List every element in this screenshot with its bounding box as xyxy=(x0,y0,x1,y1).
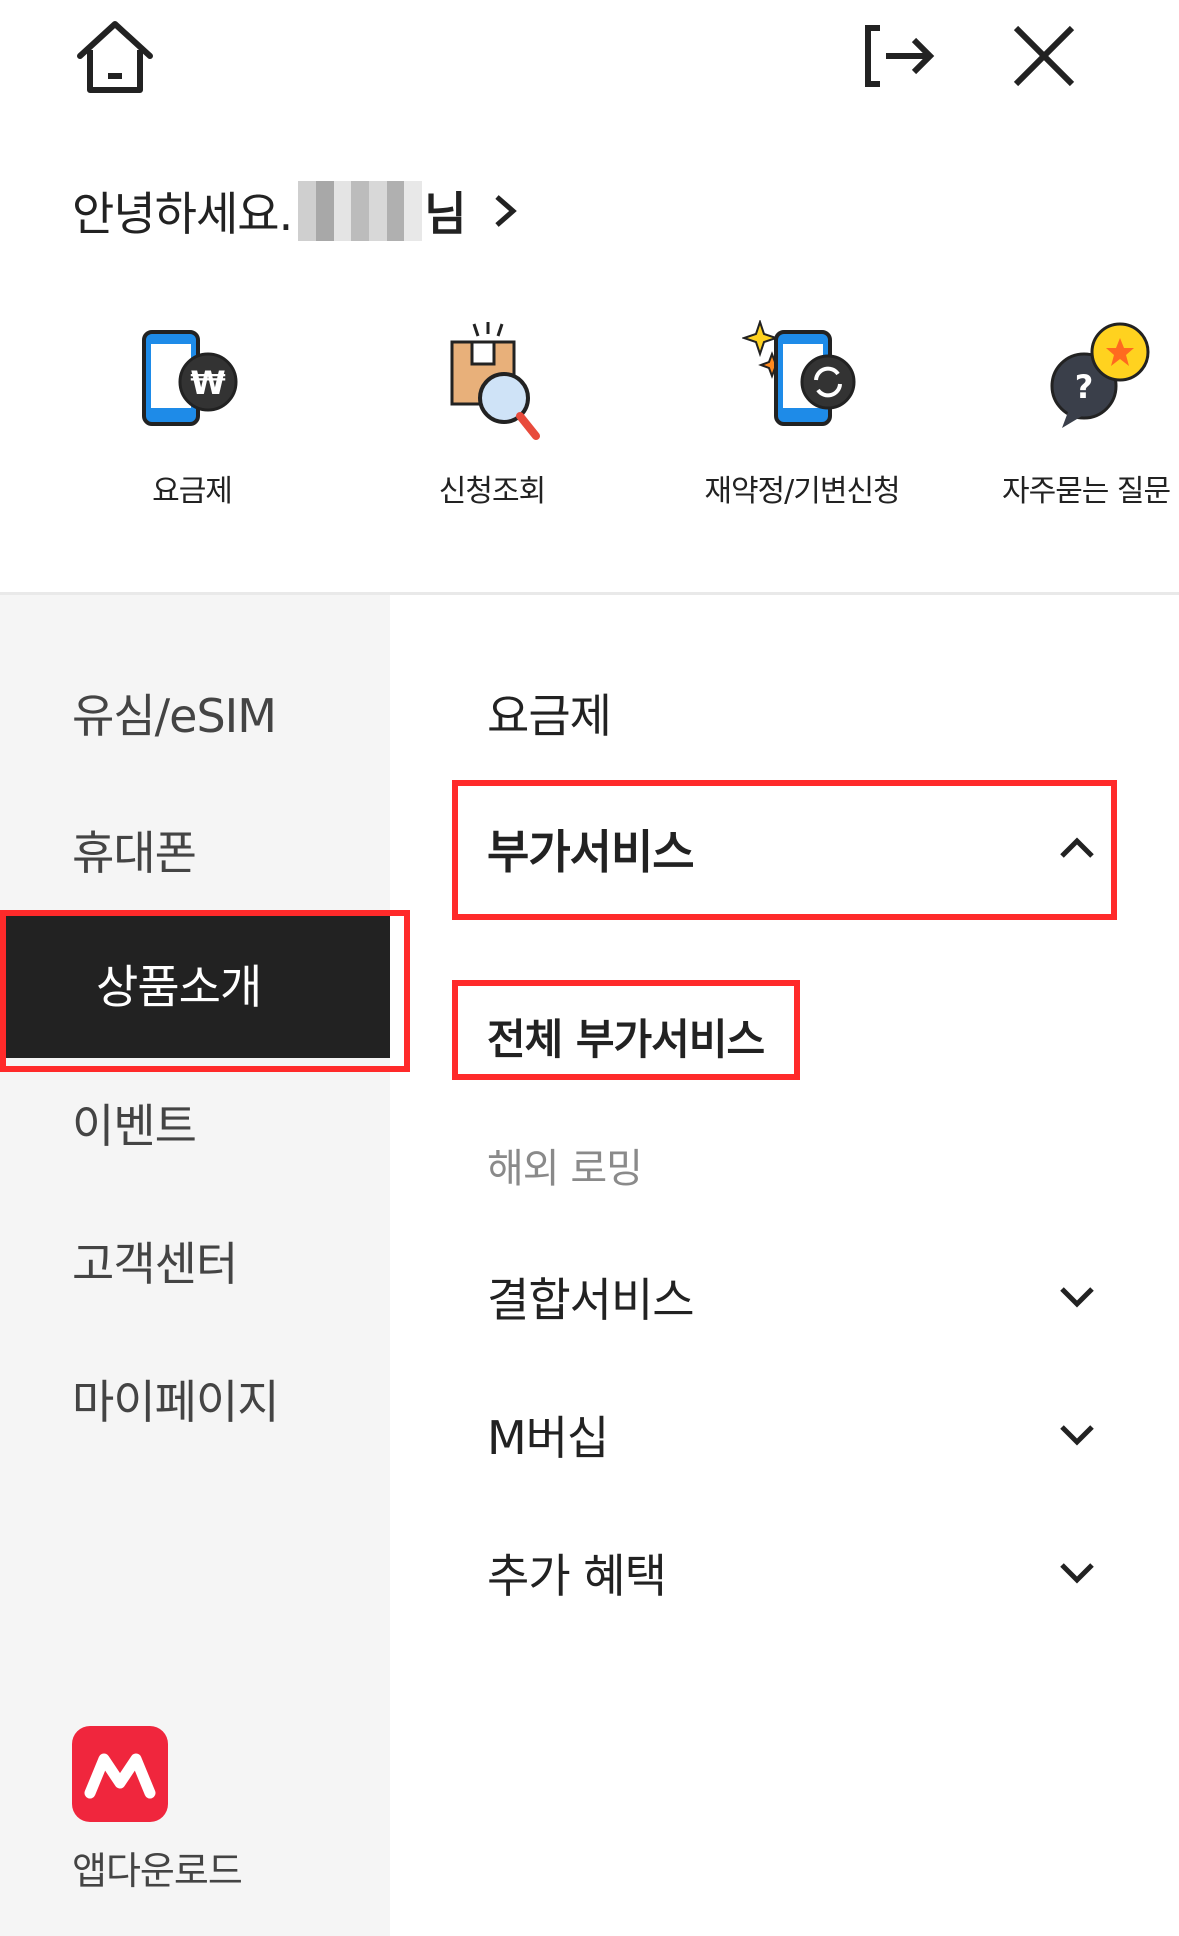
phone-refresh-icon xyxy=(742,320,856,426)
shortcut-bar: ₩ 요금제 신청조회 재약정/기변신청 ? 자주묻는 질문 xyxy=(0,320,1179,520)
phone-won-icon: ₩ xyxy=(142,330,238,426)
chevron-down-icon[interactable] xyxy=(1058,1423,1096,1447)
left-menu-event[interactable]: 이벤트 xyxy=(72,1090,197,1156)
home-icon[interactable] xyxy=(72,18,158,98)
svg-text:?: ? xyxy=(1075,368,1094,406)
left-menu-usim[interactable]: 유심/eSIM xyxy=(72,680,277,746)
question-star-bubble-icon: ? xyxy=(1050,322,1150,428)
left-menu-products-label: 상품소개 xyxy=(96,960,262,1014)
chevron-up-icon[interactable] xyxy=(1058,836,1096,860)
menu-membership[interactable]: M버십 xyxy=(487,1402,609,1468)
left-menu-phone[interactable]: 휴대폰 xyxy=(72,817,197,883)
shortcut-label: 신청조회 xyxy=(438,474,546,509)
left-menu-customer-center[interactable]: 고객센터 xyxy=(72,1228,238,1294)
app-logo-icon xyxy=(72,1726,168,1822)
greeting-text: 안녕하세요. xyxy=(72,187,293,241)
svg-text:₩: ₩ xyxy=(190,364,225,402)
app-download-link[interactable]: 앱다운로드 xyxy=(72,1726,243,1895)
logout-icon[interactable] xyxy=(862,22,938,90)
submenu-all-addon[interactable]: 전체 부가서비스 xyxy=(487,1006,765,1067)
shortcut-label: 자주묻는 질문 xyxy=(1002,474,1171,509)
menu-bundle-service[interactable]: 결합서비스 xyxy=(487,1264,695,1330)
chevron-down-icon[interactable] xyxy=(1058,1561,1096,1585)
shortcut-application-status[interactable]: 신청조회 xyxy=(342,320,642,520)
left-menu-products[interactable]: 상품소개 xyxy=(0,910,390,1058)
chevron-right-icon xyxy=(494,195,517,227)
shortcut-plan[interactable]: ₩ 요금제 xyxy=(42,320,342,520)
shortcut-renewal[interactable]: 재약정/기변신청 xyxy=(652,320,952,520)
menu-plan[interactable]: 요금제 xyxy=(487,680,612,746)
menu-addon-service[interactable]: 부가서비스 xyxy=(487,816,695,882)
shortcut-faq[interactable]: ? 자주묻는 질문 xyxy=(942,320,1179,520)
greeting-link[interactable]: 안녕하세요. 님 xyxy=(72,176,519,246)
menu-extra-benefits[interactable]: 추가 혜택 xyxy=(487,1540,667,1606)
box-search-icon xyxy=(450,322,540,440)
top-bar xyxy=(0,0,1179,120)
app-download-label: 앱다운로드 xyxy=(72,1849,243,1893)
left-menu-mypage[interactable]: 마이페이지 xyxy=(72,1366,280,1432)
chevron-down-icon[interactable] xyxy=(1058,1285,1096,1309)
submenu-roaming[interactable]: 해외 로밍 xyxy=(487,1136,643,1194)
shortcut-label: 재약정/기변신청 xyxy=(704,474,900,509)
close-icon[interactable] xyxy=(1010,22,1078,90)
blurred-user-name xyxy=(298,181,423,241)
greeting-suffix: 님 xyxy=(424,187,467,241)
shortcut-label: 요금제 xyxy=(152,474,233,509)
